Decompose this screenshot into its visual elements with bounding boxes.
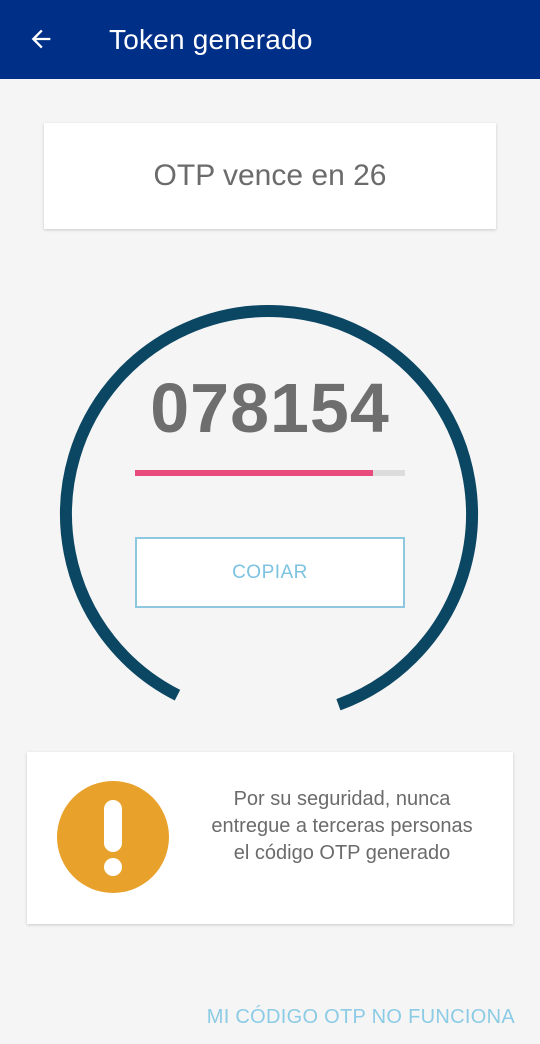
security-notice-line: el código OTP generado <box>233 842 451 864</box>
security-notice-line: entregue a terceras personas <box>211 815 473 837</box>
copy-button[interactable]: COPIAR <box>135 537 405 608</box>
security-notice-line: Por su seguridad, nunca <box>233 788 451 810</box>
copy-button-label: COPIAR <box>232 561 308 583</box>
otp-progress-bar <box>135 470 405 476</box>
security-notice-card: Por su seguridad, nunca entregue a terce… <box>27 752 513 924</box>
security-notice-text: Por su seguridad, nunca entregue a terce… <box>177 786 507 867</box>
otp-not-working-link[interactable]: MI CÓDIGO OTP NO FUNCIONA <box>207 1006 515 1029</box>
exclamation-icon <box>57 781 169 893</box>
otp-code: 078154 <box>150 369 390 447</box>
otp-progress-fill <box>135 470 373 476</box>
